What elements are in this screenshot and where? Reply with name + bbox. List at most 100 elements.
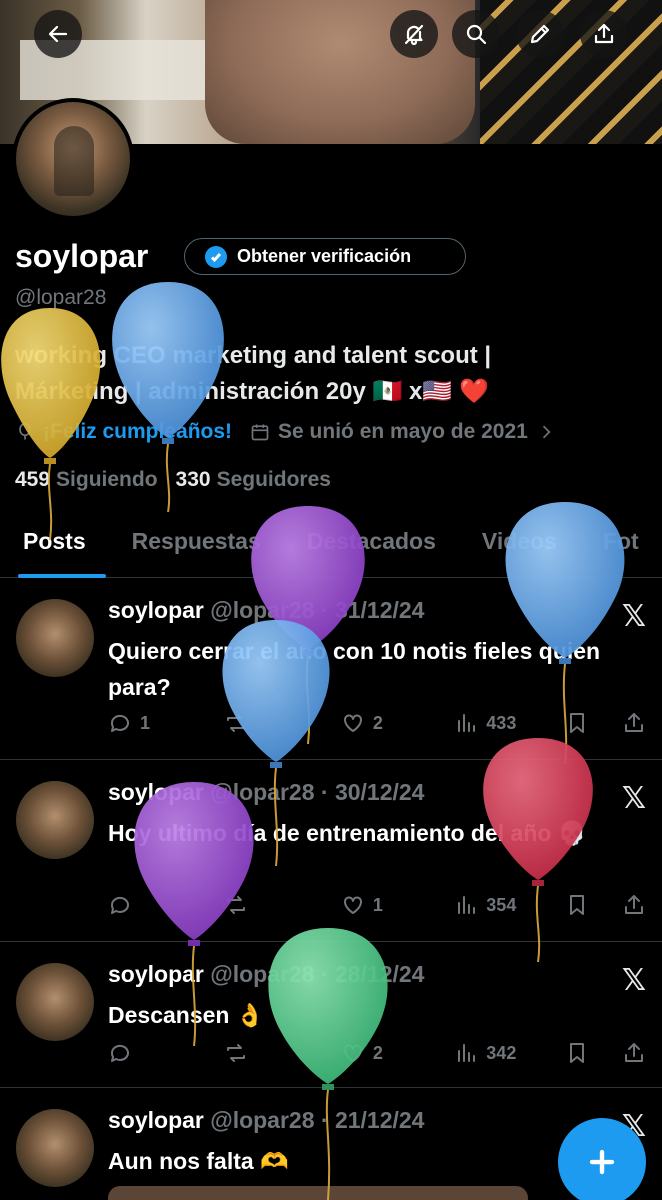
post-header: soylopar @lopar28 · 28/12/24 <box>108 961 424 988</box>
tab-replies[interactable]: Respuestas <box>109 520 284 577</box>
share-button[interactable] <box>580 10 628 58</box>
post-text: Descansen 👌 <box>108 1002 265 1028</box>
share-icon <box>625 713 644 732</box>
get-verified-button[interactable]: Obtener verificación <box>184 238 466 275</box>
post-text: Quiero cerrar el año con 10 notis fieles… <box>108 638 601 700</box>
repost-button[interactable] <box>224 893 340 917</box>
post-actions: 2 342 <box>108 1041 646 1065</box>
tab-photos[interactable]: Fot <box>580 520 662 577</box>
profile-handle: @lopar28 <box>15 286 107 309</box>
heart-icon <box>343 896 362 914</box>
post-avatar[interactable] <box>16 781 94 859</box>
followers-link[interactable]: 330 Seguidores <box>176 468 331 492</box>
search-button[interactable] <box>452 10 500 58</box>
share-post-button[interactable] <box>622 711 646 735</box>
like-button[interactable]: 2 <box>341 1041 454 1065</box>
arrow-left-icon <box>48 25 68 43</box>
profile-display-name: soylopar <box>15 238 149 274</box>
profile-avatar[interactable] <box>12 98 134 220</box>
share-icon <box>594 23 614 44</box>
reply-icon <box>110 896 129 914</box>
views-button[interactable]: 342 <box>454 1041 565 1065</box>
post-author-name[interactable]: soylopar <box>108 597 204 623</box>
joined-date: Se unió en mayo de 2021 <box>278 420 528 443</box>
post-item[interactable]: soylopar @lopar28 · 30/12/24 𝕏 Hoy ultim… <box>0 761 662 942</box>
post-handle-date: @lopar28 · 30/12/24 <box>210 779 425 805</box>
following-count: 459 <box>15 468 51 491</box>
chevron-right-icon <box>542 425 551 439</box>
calendar-icon <box>251 424 269 441</box>
birthday-link[interactable]: ¡Feliz cumpleaños! <box>43 420 232 444</box>
like-button[interactable]: 1 <box>341 893 454 917</box>
share-post-button[interactable] <box>622 893 646 917</box>
tab-posts[interactable]: Posts <box>0 520 109 578</box>
follow-stats: 459 Siguiendo 330 Seguidores <box>15 468 331 492</box>
followers-label: Seguidores <box>216 468 331 491</box>
followers-count: 330 <box>175 468 211 491</box>
edit-button[interactable] <box>516 10 564 58</box>
repost-icon <box>227 896 246 914</box>
like-count: 2 <box>372 712 383 733</box>
reply-button[interactable] <box>108 1041 224 1065</box>
following-link[interactable]: 459 Siguiendo <box>15 468 158 492</box>
post-header: soylopar @lopar28 · 30/12/24 <box>108 779 424 806</box>
birthday-item[interactable]: ¡Feliz cumpleaños! <box>15 420 232 444</box>
views-count: 342 <box>486 1042 517 1063</box>
share-icon <box>625 1043 644 1062</box>
reply-icon <box>110 714 129 732</box>
verified-badge-icon <box>205 245 227 268</box>
post-actions: 1 354 <box>108 893 646 917</box>
profile-bio: working CEO marketing and talent scout |… <box>15 338 635 410</box>
like-button[interactable]: 2 <box>341 711 454 735</box>
bookmark-button[interactable] <box>565 893 622 917</box>
post-media-preview[interactable] <box>108 1186 528 1200</box>
post-item[interactable]: soylopar @lopar28 · 31/12/24 𝕏 Quiero ce… <box>0 579 662 760</box>
post-avatar[interactable] <box>16 1109 94 1187</box>
bookmark-icon <box>569 713 584 733</box>
back-button[interactable] <box>34 10 82 58</box>
x-logo-icon: 𝕏 <box>621 600 646 633</box>
post-handle-date: @lopar28 · 31/12/24 <box>210 597 425 623</box>
post-header: soylopar @lopar28 · 21/12/24 <box>108 1107 424 1134</box>
repost-button[interactable] <box>224 1041 340 1065</box>
tab-videos[interactable]: Videos <box>459 520 580 577</box>
bookmark-button[interactable] <box>565 1041 622 1065</box>
plus-icon <box>589 1149 615 1175</box>
post-handle-date: @lopar28 · 28/12/24 <box>210 961 425 987</box>
post-avatar[interactable] <box>16 963 94 1041</box>
banner-photo-background <box>480 0 662 144</box>
bookmark-icon <box>569 895 584 915</box>
joined-item[interactable]: Se unió en mayo de 2021 <box>250 420 556 444</box>
views-button[interactable]: 354 <box>454 893 565 917</box>
notifications-button[interactable] <box>390 10 438 58</box>
pencil-icon <box>530 24 550 44</box>
heart-icon <box>343 714 362 732</box>
bio-line-2: Márketing | administración 20y 🇲🇽 x🇺🇸 ❤️ <box>15 378 489 405</box>
profile-tabs: Posts Respuestas Destacados Videos Fot <box>0 520 662 578</box>
share-icon <box>625 895 644 914</box>
views-icon <box>458 1044 476 1062</box>
share-post-button[interactable] <box>622 1041 646 1065</box>
reply-button[interactable]: 1 <box>108 711 224 735</box>
tab-highlights[interactable]: Destacados <box>284 520 459 577</box>
get-verified-label: Obtener verificación <box>237 246 412 266</box>
like-count: 1 <box>372 894 383 915</box>
repost-button[interactable] <box>224 711 340 735</box>
post-text: Hoy ultimo día de entrenamiento del año … <box>108 820 587 846</box>
compose-post-button[interactable] <box>558 1118 646 1200</box>
following-label: Siguiendo <box>56 468 158 491</box>
bookmark-button[interactable] <box>565 711 622 735</box>
x-logo-icon: 𝕏 <box>621 782 646 815</box>
post-avatar[interactable] <box>16 599 94 677</box>
search-icon <box>466 24 487 45</box>
repost-icon <box>227 1044 246 1062</box>
post-author-name[interactable]: soylopar <box>108 1107 204 1133</box>
heart-icon <box>343 1044 362 1062</box>
profile-meta: ¡Feliz cumpleaños! Se unió en mayo de 20… <box>15 420 556 444</box>
reply-button[interactable] <box>108 893 224 917</box>
post-author-name[interactable]: soylopar <box>108 779 204 805</box>
post-item[interactable]: soylopar @lopar28 · 28/12/24 𝕏 Descansen… <box>0 943 662 1088</box>
reply-count: 1 <box>140 712 151 733</box>
post-author-name[interactable]: soylopar <box>108 961 204 987</box>
views-button[interactable]: 433 <box>454 711 565 735</box>
